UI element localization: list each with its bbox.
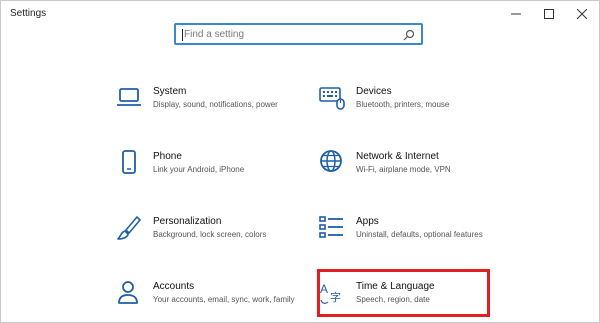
phone-icon bbox=[116, 150, 142, 176]
apps-list-icon bbox=[319, 215, 345, 241]
tile-description: Uninstall, defaults, optional features bbox=[356, 230, 483, 239]
phone-tile[interactable]: Phone Link your Android, iPhone bbox=[116, 150, 316, 198]
minimize-button[interactable] bbox=[499, 1, 533, 27]
tile-title: Accounts bbox=[153, 281, 195, 292]
tile-description: Link your Android, iPhone bbox=[153, 165, 245, 174]
minimize-icon bbox=[511, 13, 521, 15]
search-box[interactable] bbox=[174, 23, 423, 45]
tile-title: Phone bbox=[153, 151, 182, 162]
maximize-icon bbox=[544, 9, 554, 19]
close-icon bbox=[577, 9, 587, 19]
window-title: Settings bbox=[10, 8, 47, 19]
accounts-tile[interactable]: Accounts Your accounts, email, sync, wor… bbox=[116, 280, 316, 323]
globe-icon bbox=[319, 150, 345, 176]
paintbrush-icon bbox=[116, 215, 142, 241]
settings-window: Settings System Display, sound, notifica… bbox=[0, 0, 600, 323]
search-icon[interactable] bbox=[403, 28, 415, 41]
tile-title: System bbox=[153, 86, 187, 97]
tile-title: Personalization bbox=[153, 216, 222, 227]
personalization-tile[interactable]: Personalization Background, lock screen,… bbox=[116, 215, 316, 263]
maximize-button[interactable] bbox=[532, 1, 566, 27]
tile-description: Wi-Fi, airplane mode, VPN bbox=[356, 165, 451, 174]
text-cursor bbox=[182, 29, 183, 41]
tile-description: Background, lock screen, colors bbox=[153, 230, 267, 239]
keyboard-icon bbox=[319, 85, 345, 111]
tile-title: Devices bbox=[356, 86, 392, 97]
close-button[interactable] bbox=[565, 1, 599, 27]
search-input[interactable] bbox=[184, 25, 404, 43]
person-icon bbox=[116, 280, 142, 306]
tile-description: Your accounts, email, sync, work, family bbox=[153, 295, 295, 304]
network-internet-tile[interactable]: Network & Internet Wi-Fi, airplane mode,… bbox=[319, 150, 519, 198]
tile-title: Apps bbox=[356, 216, 379, 227]
apps-tile[interactable]: Apps Uninstall, defaults, optional featu… bbox=[319, 215, 519, 263]
devices-tile[interactable]: Devices Bluetooth, printers, mouse bbox=[319, 85, 519, 133]
system-tile[interactable]: System Display, sound, notifications, po… bbox=[116, 85, 316, 133]
tile-description: Bluetooth, printers, mouse bbox=[356, 100, 450, 109]
highlight-box bbox=[317, 269, 490, 317]
tile-description: Display, sound, notifications, power bbox=[153, 100, 278, 109]
laptop-icon bbox=[116, 85, 142, 111]
tile-title: Network & Internet bbox=[356, 151, 439, 162]
